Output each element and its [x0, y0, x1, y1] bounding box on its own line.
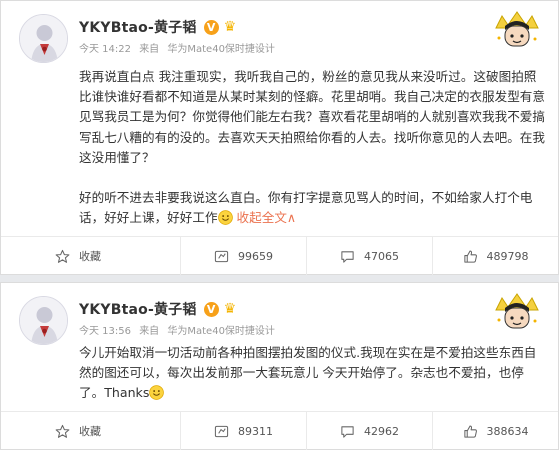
collapse-text-link[interactable]: 收起全文∧ — [237, 210, 297, 225]
chevron-up-icon: ∧ — [286, 210, 297, 226]
username[interactable]: YKYBtao-黄子韬 — [79, 299, 197, 319]
repost-icon — [214, 425, 229, 437]
repost-count: 89311 — [238, 424, 273, 438]
thumbs-up-icon — [463, 425, 477, 438]
source-device[interactable]: 华为Mate40保时捷设计 — [167, 326, 275, 337]
card-decoration-icon — [495, 11, 539, 47]
username[interactable]: YKYBtao-黄子韬 — [79, 17, 197, 37]
source-prefix: 来自 — [139, 44, 160, 55]
favorite-label: 收藏 — [79, 250, 101, 263]
avatar-image — [20, 15, 67, 62]
verified-badge-icon: V — [203, 301, 219, 317]
post-timestamp[interactable]: 今天 13:56 — [79, 326, 131, 337]
post-content: 今儿开始取消一切活动前各种拍图摆拍发图的仪式.我现在实在是不爱拍这些东西自然的图… — [79, 343, 547, 404]
post-timestamp[interactable]: 今天 14:22 — [79, 44, 131, 55]
favorite-button[interactable]: 收藏 — [1, 412, 181, 450]
post-meta: 今天 13:56 来自 华为Mate40保时捷设计 — [79, 322, 275, 337]
favorite-label: 收藏 — [79, 425, 101, 438]
name-row: YKYBtao-黄子韬 V ♛ — [79, 297, 236, 321]
avatar-image — [20, 297, 67, 344]
source-prefix: 来自 — [139, 326, 160, 337]
comment-count: 47065 — [364, 249, 399, 263]
comment-icon — [341, 250, 354, 263]
weibo-post-2: YKYBtao-黄子韬 V ♛ 今天 13:56 来自 华为Mate40保时捷设… — [0, 282, 559, 450]
like-count: 388634 — [486, 424, 529, 438]
action-bar: 收藏 89311 42962 388634 — [1, 411, 558, 450]
repost-button[interactable]: 99659 — [181, 237, 307, 275]
user-avatar[interactable] — [19, 14, 68, 63]
comment-button[interactable]: 42962 — [307, 412, 433, 450]
post-content: 我再说直白点 我注重现实，我听我自己的，粉丝的意见我从来没听过。这破图拍照比谁快… — [79, 67, 547, 228]
post-paragraph: 今儿开始取消一切活动前各种拍图摆拍发图的仪式.我现在实在是不爱拍这些东西自然的图… — [79, 345, 537, 401]
smile-emoji-icon — [149, 385, 165, 401]
star-icon — [55, 249, 70, 263]
post-meta: 今天 14:22 来自 华为Mate40保时捷设计 — [79, 40, 275, 55]
thumbs-up-icon — [463, 250, 477, 263]
star-icon — [55, 424, 70, 438]
favorite-button[interactable]: 收藏 — [1, 237, 181, 275]
repost-icon — [214, 250, 229, 262]
repost-count: 99659 — [238, 249, 273, 263]
crown-icon: ♛ — [223, 19, 237, 35]
name-row: YKYBtao-黄子韬 V ♛ — [79, 15, 236, 39]
like-count: 489798 — [486, 249, 529, 263]
source-device[interactable]: 华为Mate40保时捷设计 — [167, 44, 275, 55]
post-paragraph: 我再说直白点 我注重现实，我听我自己的，粉丝的意见我从来没听过。这破图拍照比谁快… — [79, 69, 545, 165]
comment-count: 42962 — [364, 424, 399, 438]
crown-icon: ♛ — [223, 301, 237, 317]
like-button[interactable]: 388634 — [433, 412, 558, 450]
verified-badge-icon: V — [203, 19, 219, 35]
smile-emoji-icon — [217, 210, 233, 226]
like-button[interactable]: 489798 — [433, 237, 558, 275]
weibo-post-1: YKYBtao-黄子韬 V ♛ 今天 14:22 来自 华为Mate40保时捷设… — [0, 0, 559, 275]
comment-icon — [341, 425, 354, 438]
comment-button[interactable]: 47065 — [307, 237, 433, 275]
card-decoration-icon — [495, 293, 539, 329]
action-bar: 收藏 99659 47065 489798 — [1, 236, 558, 275]
repost-button[interactable]: 89311 — [181, 412, 307, 450]
post-paragraph: 好的听不进去非要我说这么直白。你有打字提意见骂人的时间，不如给家人打个电话，好好… — [79, 190, 533, 226]
user-avatar[interactable] — [19, 296, 68, 345]
